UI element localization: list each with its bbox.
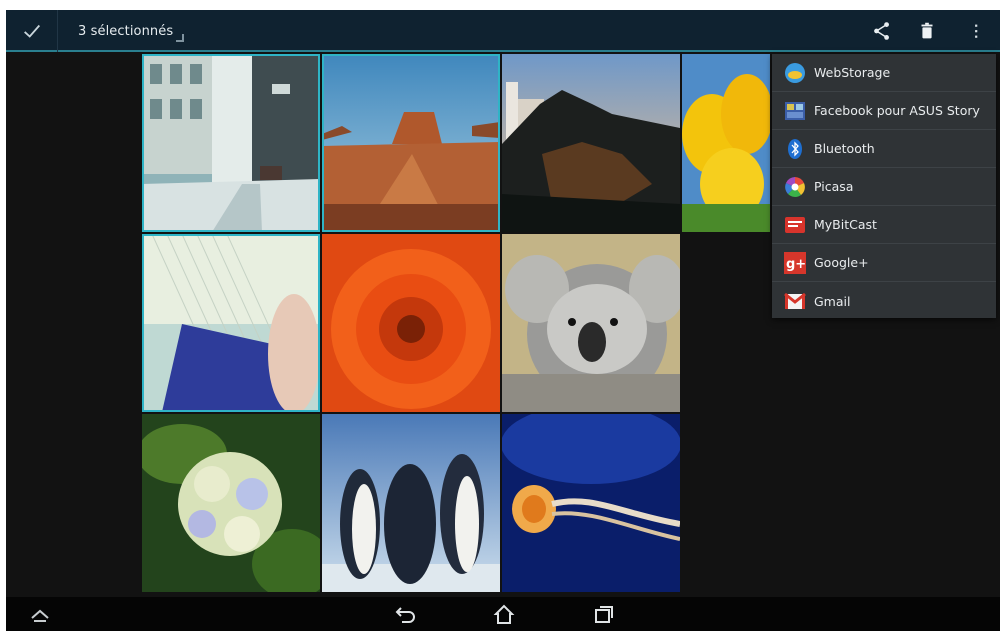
photo-tile-koala[interactable]: [502, 234, 680, 412]
menu-item-label: Google+: [814, 255, 869, 270]
yellow-tulips-photo: [682, 54, 770, 232]
asus-story-icon: [784, 100, 806, 122]
photo-tile-notebook[interactable]: [142, 234, 320, 412]
share-button[interactable]: [862, 10, 902, 52]
done-check-icon: [23, 24, 40, 38]
nav-home-button[interactable]: [484, 597, 524, 631]
photo-tile-chrysanthemum[interactable]: [322, 234, 500, 412]
photo-tile-desert[interactable]: [322, 54, 500, 232]
hydrangea-photo: [142, 414, 320, 592]
desert-butte-photo: [322, 54, 500, 232]
photo-tile-jellyfish[interactable]: [502, 414, 680, 592]
overflow-menu-button[interactable]: [956, 10, 996, 52]
menu-item-label: Picasa: [814, 179, 854, 194]
menu-item-label: Gmail: [814, 293, 851, 309]
back-icon: [395, 607, 415, 623]
menu-item-label: Facebook pour ASUS Story: [814, 103, 980, 118]
share-icon: [874, 22, 889, 40]
share-option-google-plus[interactable]: g+ Google+: [772, 244, 996, 282]
share-option-webstorage[interactable]: WebStorage: [772, 54, 996, 92]
up-chevron-icon: [31, 609, 49, 622]
photo-tile-lighthouse[interactable]: [502, 54, 680, 232]
share-option-mybitcast[interactable]: MyBitCast: [772, 206, 996, 244]
recents-icon: [595, 606, 613, 623]
photo-tile-hydrangea[interactable]: [142, 414, 320, 592]
jellyfish-photo: [502, 414, 680, 592]
bluetooth-icon: [784, 138, 806, 160]
mybitcast-icon: [784, 214, 806, 236]
google-plus-icon: g+: [784, 251, 806, 274]
menu-item-label: MyBitCast: [814, 217, 877, 232]
share-menu: WebStorage Facebook pour ASUS Story Blue…: [772, 54, 996, 318]
snowy-street-photo: [142, 54, 320, 232]
system-nav-bar: [6, 597, 1000, 631]
koala-photo: [502, 234, 680, 412]
dropdown-caret-icon: [176, 34, 184, 42]
nav-up-button[interactable]: [20, 597, 60, 631]
trash-icon: [921, 22, 933, 39]
lighthouse-coast-photo: [502, 54, 680, 232]
contextual-action-bar: 3 sélectionnés: [6, 10, 1000, 52]
share-option-gmail[interactable]: Gmail: [772, 282, 996, 320]
gmail-icon: [784, 290, 806, 312]
share-option-asus-story[interactable]: Facebook pour ASUS Story: [772, 92, 996, 130]
notebook-hand-photo: [142, 234, 320, 412]
menu-item-label: WebStorage: [814, 65, 891, 80]
svg-text:g+: g+: [786, 257, 806, 272]
orange-chrysanthemum-photo: [322, 234, 500, 412]
menu-item-label: Bluetooth: [814, 141, 875, 156]
gallery-screen: 3 sélectionnés WebStorage Facebook pour …: [6, 10, 1000, 631]
share-option-picasa[interactable]: Picasa: [772, 168, 996, 206]
nav-back-button[interactable]: [386, 597, 426, 631]
delete-button[interactable]: [907, 10, 947, 52]
photo-tile-street[interactable]: [142, 54, 320, 232]
selection-count-dropdown[interactable]: 3 sélectionnés: [78, 10, 173, 52]
overflow-menu-icon: [975, 24, 978, 38]
picasa-icon: [784, 176, 806, 198]
nav-recents-button[interactable]: [584, 597, 624, 631]
done-button[interactable]: [6, 10, 58, 52]
photo-tile-penguins[interactable]: [322, 414, 500, 592]
photo-tile-tulips[interactable]: [682, 54, 770, 232]
home-icon: [493, 604, 515, 624]
share-option-bluetooth[interactable]: Bluetooth: [772, 130, 996, 168]
penguins-photo: [322, 414, 500, 592]
webstorage-icon: [784, 62, 806, 84]
